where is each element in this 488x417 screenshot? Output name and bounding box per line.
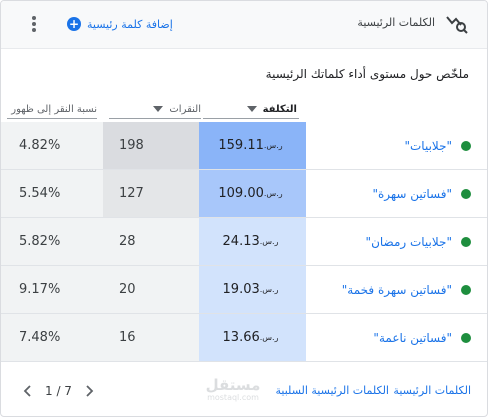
cost-cell: ر.س. 13.66 — [199, 314, 306, 361]
currency-label: ر.س. — [263, 141, 283, 150]
currency-label: ر.س. — [259, 237, 279, 246]
watermark-sub: mostaql.com — [207, 393, 259, 402]
status-dot-icon — [461, 140, 471, 151]
add-keyword-button[interactable]: + إضافة كلمة رئيسية — [67, 14, 173, 34]
page-indicator: 1 / 7 — [45, 384, 72, 398]
currency-label: ر.س. — [263, 189, 283, 198]
header-divider — [109, 118, 201, 119]
column-header-ctr[interactable]: نسبة النقر إلى ظهور — [7, 100, 97, 118]
column-cost-label: التكلفة — [262, 103, 297, 115]
status-dot-icon — [461, 332, 471, 343]
cost-value: 13.66 — [222, 330, 260, 345]
cost-cell: ر.س. 109.00 — [199, 170, 306, 217]
column-header-clicks[interactable]: النقرات — [109, 100, 201, 118]
cost-cell: ر.س. 24.13 — [199, 218, 306, 265]
currency-label: ر.س. — [259, 333, 279, 342]
card-title: الكلمات الرئيسية — [357, 16, 435, 29]
clicks-cell: 198 — [103, 122, 199, 169]
clicks-cell: 28 — [103, 218, 199, 265]
watermark-main: مستقل — [205, 376, 261, 394]
card-header: الكلمات الرئيسية + إضافة كلمة رئيسية — [1, 1, 487, 49]
table-row: "جلابيات رمضان" ر.س. 24.13 28 5.82% — [1, 218, 487, 266]
status-dot-icon — [461, 236, 471, 247]
cost-value: 109.00 — [218, 186, 264, 201]
plus-circle-icon: + — [67, 17, 81, 31]
cost-value: 19.03 — [222, 282, 260, 297]
more-vert-icon[interactable] — [27, 14, 41, 34]
keyword-link[interactable]: "فساتين سهرة فخمة" — [342, 283, 452, 297]
cost-value: 159.11 — [218, 138, 264, 153]
column-header-cost[interactable]: التكلفة — [201, 100, 297, 118]
keyword-cell: "فساتين سهرة فخمة" — [306, 266, 487, 313]
cost-value: 24.13 — [222, 234, 260, 249]
keyword-link[interactable]: "فساتين سهرة" — [372, 187, 452, 201]
ctr-cell: 9.17% — [1, 266, 103, 313]
table-row: "فساتين سهرة فخمة" ر.س. 19.03 20 9.17% — [1, 266, 487, 314]
header-divider — [203, 118, 299, 119]
negative-keywords-link[interactable]: الكلمات الرئيسية السلبية — [276, 384, 389, 397]
header-divider — [7, 118, 97, 119]
card-footer: الكلمات الرئيسية الكلمات الرئيسية السلبي… — [1, 366, 487, 416]
ctr-cell: 5.54% — [1, 170, 103, 217]
clicks-cell: 16 — [103, 314, 199, 361]
keyword-link[interactable]: "فساتين ناعمة" — [373, 331, 452, 345]
ctr-cell: 5.82% — [1, 218, 103, 265]
table-row: "فساتين سهرة" ر.س. 109.00 127 5.54% — [1, 170, 487, 218]
table-row: "جلابيات" ر.س. 159.11 198 4.82% — [1, 122, 487, 170]
status-dot-icon — [461, 188, 471, 199]
status-dot-icon — [461, 284, 471, 295]
pagination: 1 / 7 — [19, 380, 98, 402]
currency-label: ر.س. — [259, 285, 279, 294]
ctr-cell: 4.82% — [1, 122, 103, 169]
sort-down-icon — [246, 106, 257, 112]
dropdown-arrow-icon — [153, 106, 164, 112]
add-keyword-label: إضافة كلمة رئيسية — [87, 17, 173, 31]
watermark-logo: مستقل mostaql.com — [201, 377, 265, 403]
table-row: "فساتين ناعمة" ر.س. 13.66 16 7.48% — [1, 314, 487, 362]
ctr-cell: 7.48% — [1, 314, 103, 361]
keyword-cell: "جلابيات رمضان" — [306, 218, 487, 265]
clicks-cell: 127 — [103, 170, 199, 217]
chevron-left-icon[interactable] — [19, 382, 37, 400]
keywords-link[interactable]: الكلمات الرئيسية — [393, 384, 471, 397]
chevron-right-icon[interactable] — [80, 382, 98, 400]
keyword-cell: "فساتين ناعمة" — [306, 314, 487, 361]
keyword-link[interactable]: "جلابيات رمضان" — [366, 235, 452, 249]
keyword-cell: "فساتين سهرة" — [306, 170, 487, 217]
keyword-search-icon — [445, 13, 469, 35]
cost-cell: ر.س. 159.11 — [199, 122, 306, 169]
cost-cell: ر.س. 19.03 — [199, 266, 306, 313]
keywords-card: الكلمات الرئيسية + إضافة كلمة رئيسية ملخ… — [0, 0, 488, 417]
column-ctr-label: نسبة النقر إلى ظهور — [11, 103, 97, 115]
keyword-cell: "جلابيات" — [306, 122, 487, 169]
column-clicks-label: النقرات — [169, 103, 201, 115]
keyword-link[interactable]: "جلابيات" — [404, 139, 452, 153]
summary-title: ملخّص حول مستوى أداء كلماتك الرئيسية — [265, 67, 469, 81]
clicks-cell: 20 — [103, 266, 199, 313]
